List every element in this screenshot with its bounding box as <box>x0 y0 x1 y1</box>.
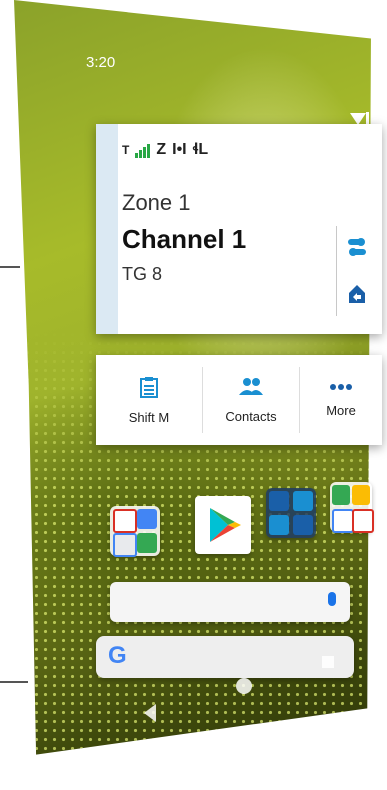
chrome-icon <box>352 485 370 505</box>
google-services-folder[interactable] <box>330 482 374 533</box>
play-store-icon <box>210 508 241 542</box>
antenna-icon: T <box>122 143 130 157</box>
contacts-app-icon <box>269 515 289 535</box>
status-time: 3:20 <box>86 54 116 71</box>
radio-apps-folder[interactable] <box>266 488 316 538</box>
google-logo-icon: G <box>108 642 127 669</box>
scan-icon: Z <box>156 141 167 158</box>
widget-accent-stripe <box>96 124 118 334</box>
more-dots-icon <box>330 383 352 390</box>
maps-icon <box>332 485 350 505</box>
play-store-app[interactable] <box>195 496 251 554</box>
shortcut-more[interactable]: More <box>300 355 382 445</box>
radio-app-icon <box>269 491 289 511</box>
guide-line-bottom <box>0 681 28 683</box>
microphone-icon[interactable] <box>328 592 336 606</box>
talkgroup-label: TG 8 <box>122 264 163 284</box>
contacts-icon <box>239 377 263 395</box>
shortcuts-widget: Shift M Contacts More <box>96 355 382 445</box>
calendar-icon <box>137 509 157 529</box>
shortcut-label: Shift M <box>128 409 170 425</box>
search-bar[interactable] <box>110 582 350 622</box>
google-search-bar[interactable]: G <box>96 636 354 678</box>
talkaround-icon: I•I <box>172 141 187 158</box>
zone-label: Zone 1 <box>122 190 191 215</box>
shortcut-label: Contacts <box>225 408 277 424</box>
nav-home-button[interactable] <box>236 678 252 694</box>
notes-icon <box>293 515 313 535</box>
google-icon <box>113 533 137 557</box>
channel-label[interactable]: Channel 1 <box>122 224 246 255</box>
nav-back-button[interactable] <box>144 704 156 722</box>
google-apps-folder[interactable] <box>110 506 160 557</box>
shortcut-label: More <box>326 402 356 418</box>
toggle-switch-icon[interactable] <box>347 236 367 258</box>
guide-line-top <box>0 266 20 268</box>
widget-divider <box>336 226 337 316</box>
radio-widget[interactable]: T Z I•I ɬL Zone 1 Channel 1 TG 8 <box>96 124 382 334</box>
power-level-icon: ɬL <box>192 141 209 158</box>
shortcut-contacts[interactable]: Contacts <box>203 355 299 445</box>
clipboard-icon <box>140 376 158 398</box>
gmail-icon <box>113 509 137 533</box>
nav-recents-button[interactable] <box>322 656 334 668</box>
radio-status-row: T Z I•I ɬL <box>122 140 208 158</box>
gmail-icon <box>352 509 374 533</box>
home-return-icon[interactable] <box>347 283 367 305</box>
google-icon <box>332 509 354 533</box>
messages-icon <box>293 491 313 511</box>
shortcut-shift-m[interactable]: Shift M <box>96 355 202 445</box>
play-store-icon <box>137 533 157 553</box>
signal-bars-icon <box>135 144 151 158</box>
